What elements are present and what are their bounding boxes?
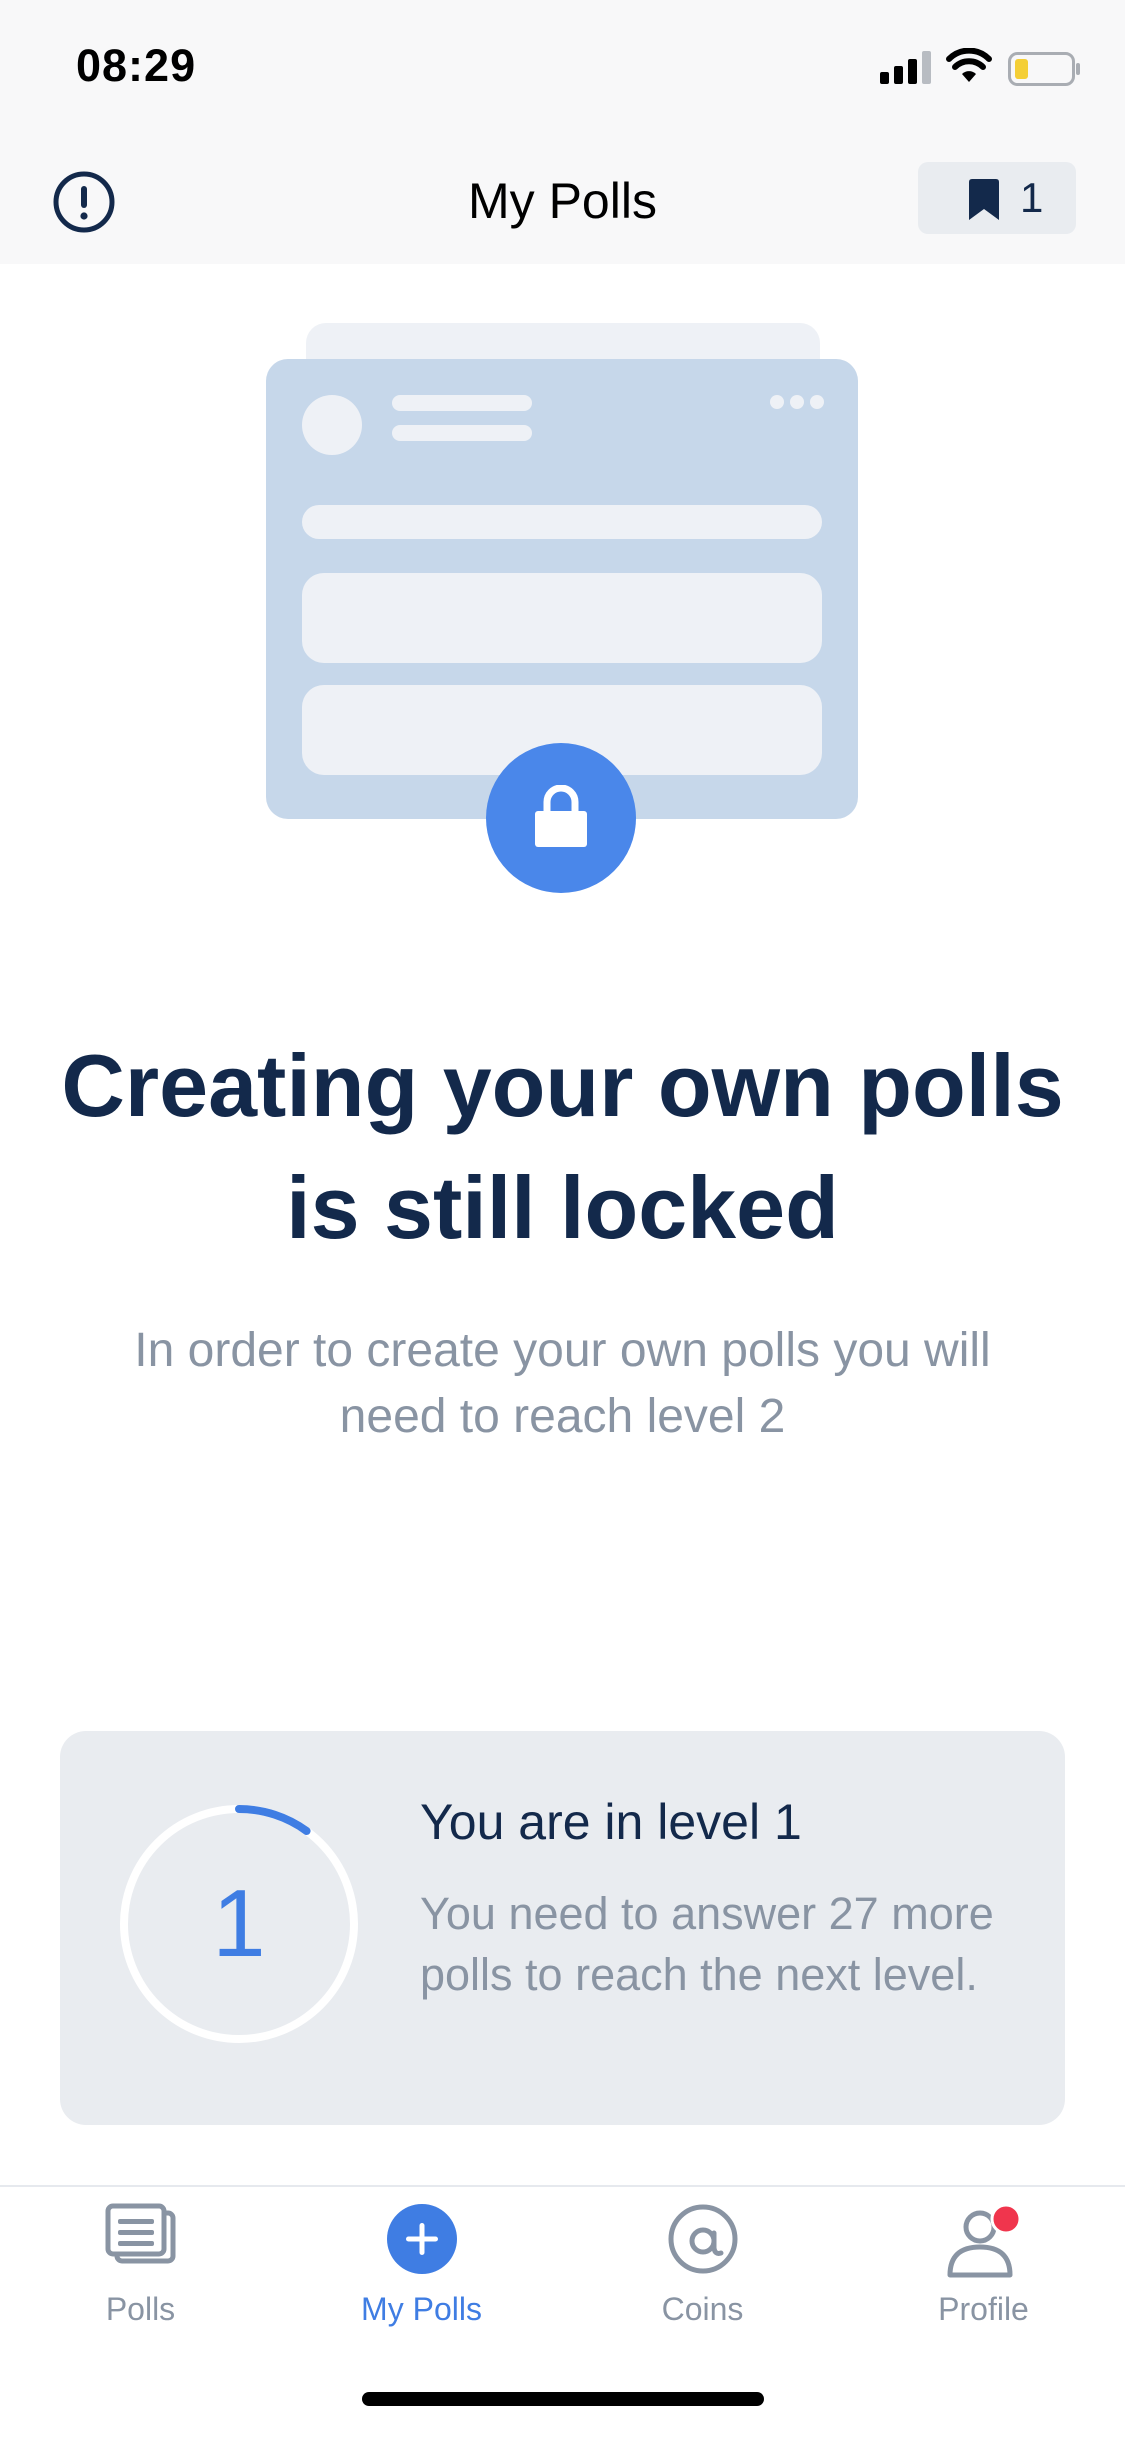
level-title: You are in level 1 xyxy=(420,1794,802,1850)
header-bar: My Polls 1 xyxy=(0,140,1125,264)
bookmark-icon xyxy=(969,179,999,220)
tab-label: Profile xyxy=(938,2291,1029,2327)
locked-poll-illustration xyxy=(266,323,860,895)
tab-label: My Polls xyxy=(361,2291,482,2327)
card-line-placeholder xyxy=(392,425,532,441)
notification-badge xyxy=(990,2203,1021,2235)
tab-profile[interactable]: Profile xyxy=(843,2187,1124,2367)
profile-icon xyxy=(947,2203,1021,2278)
tab-polls[interactable]: Polls xyxy=(0,2187,281,2367)
wifi-icon xyxy=(946,48,992,82)
level-card: 1 You are in level 1 You need to answer … xyxy=(60,1731,1065,2125)
status-time: 08:29 xyxy=(76,40,197,91)
locked-subtext: In order to create your own polls you wi… xyxy=(134,1324,991,1443)
home-indicator[interactable] xyxy=(362,2392,764,2406)
battery-icon xyxy=(1008,52,1080,86)
card-avatar-placeholder xyxy=(302,395,362,455)
level-description: You need to answer 27 more polls to reac… xyxy=(420,1888,994,2000)
card-option-placeholder xyxy=(302,573,822,663)
locked-headline: Creating your own polls is still locked xyxy=(61,1036,1064,1257)
polls-icon xyxy=(105,2203,175,2264)
status-bar: 08:29 xyxy=(0,0,1125,140)
tab-label: Coins xyxy=(661,2291,744,2327)
card-line-placeholder xyxy=(392,395,532,411)
plus-circle-icon xyxy=(386,2204,457,2274)
lock-icon xyxy=(535,785,587,847)
bookmark-count: 1 xyxy=(1020,174,1044,221)
coins-icon xyxy=(668,2204,737,2274)
level-number: 1 xyxy=(212,1870,266,1977)
tab-coins[interactable]: Coins xyxy=(562,2187,843,2367)
lock-badge xyxy=(486,743,636,893)
tab-label: Polls xyxy=(105,2291,176,2327)
more-dots-icon xyxy=(770,395,824,409)
bookmark-button[interactable]: 1 xyxy=(918,162,1076,234)
tab-my-polls[interactable]: My Polls xyxy=(281,2187,562,2367)
signal-icon xyxy=(880,51,931,84)
card-bar-placeholder xyxy=(302,505,822,539)
